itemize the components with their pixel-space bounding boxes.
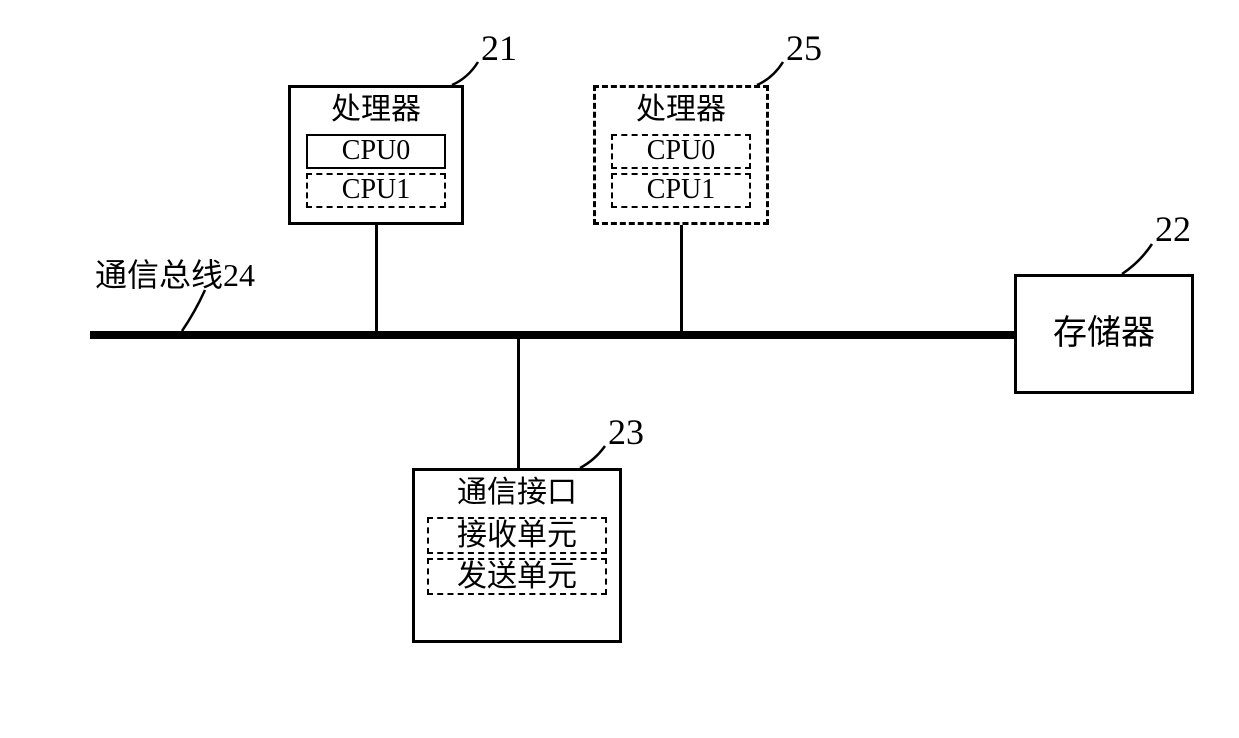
processor-25-cpu0: CPU0 [611,134,751,169]
processor-25-block: 处理器 CPU0 CPU1 [593,85,769,225]
ref-num-25: 25 [786,27,822,69]
processor-25-title: 处理器 [596,88,766,130]
bus-label: 通信总线24 [95,250,255,296]
comm-interface-23-title: 通信接口 [415,471,619,513]
processor-25-cpu1: CPU1 [611,173,751,208]
ref-num-22: 22 [1155,208,1191,250]
connector-bus-to-comm23 [517,337,520,468]
diagram-canvas: 处理器 CPU0 CPU1 处理器 CPU0 CPU1 存储器 通信接口 接收单… [0,0,1239,738]
ref-num-21: 21 [481,27,517,69]
comm-interface-23-tx: 发送单元 [427,558,607,595]
connector-proc21-to-bus [375,225,378,333]
processor-21-block: 处理器 CPU0 CPU1 [288,85,464,225]
processor-21-cpu1: CPU1 [306,173,446,208]
communication-bus-line [90,331,1014,339]
memory-22-title: 存储器 [1053,314,1155,355]
comm-interface-23-rx: 接收单元 [427,517,607,554]
memory-22-block: 存储器 [1014,274,1194,394]
processor-21-title: 处理器 [291,88,461,130]
ref-num-23: 23 [608,411,644,453]
comm-interface-23-block: 通信接口 接收单元 发送单元 [412,468,622,643]
processor-21-cpu0: CPU0 [306,134,446,169]
connector-proc25-to-bus [680,225,683,333]
